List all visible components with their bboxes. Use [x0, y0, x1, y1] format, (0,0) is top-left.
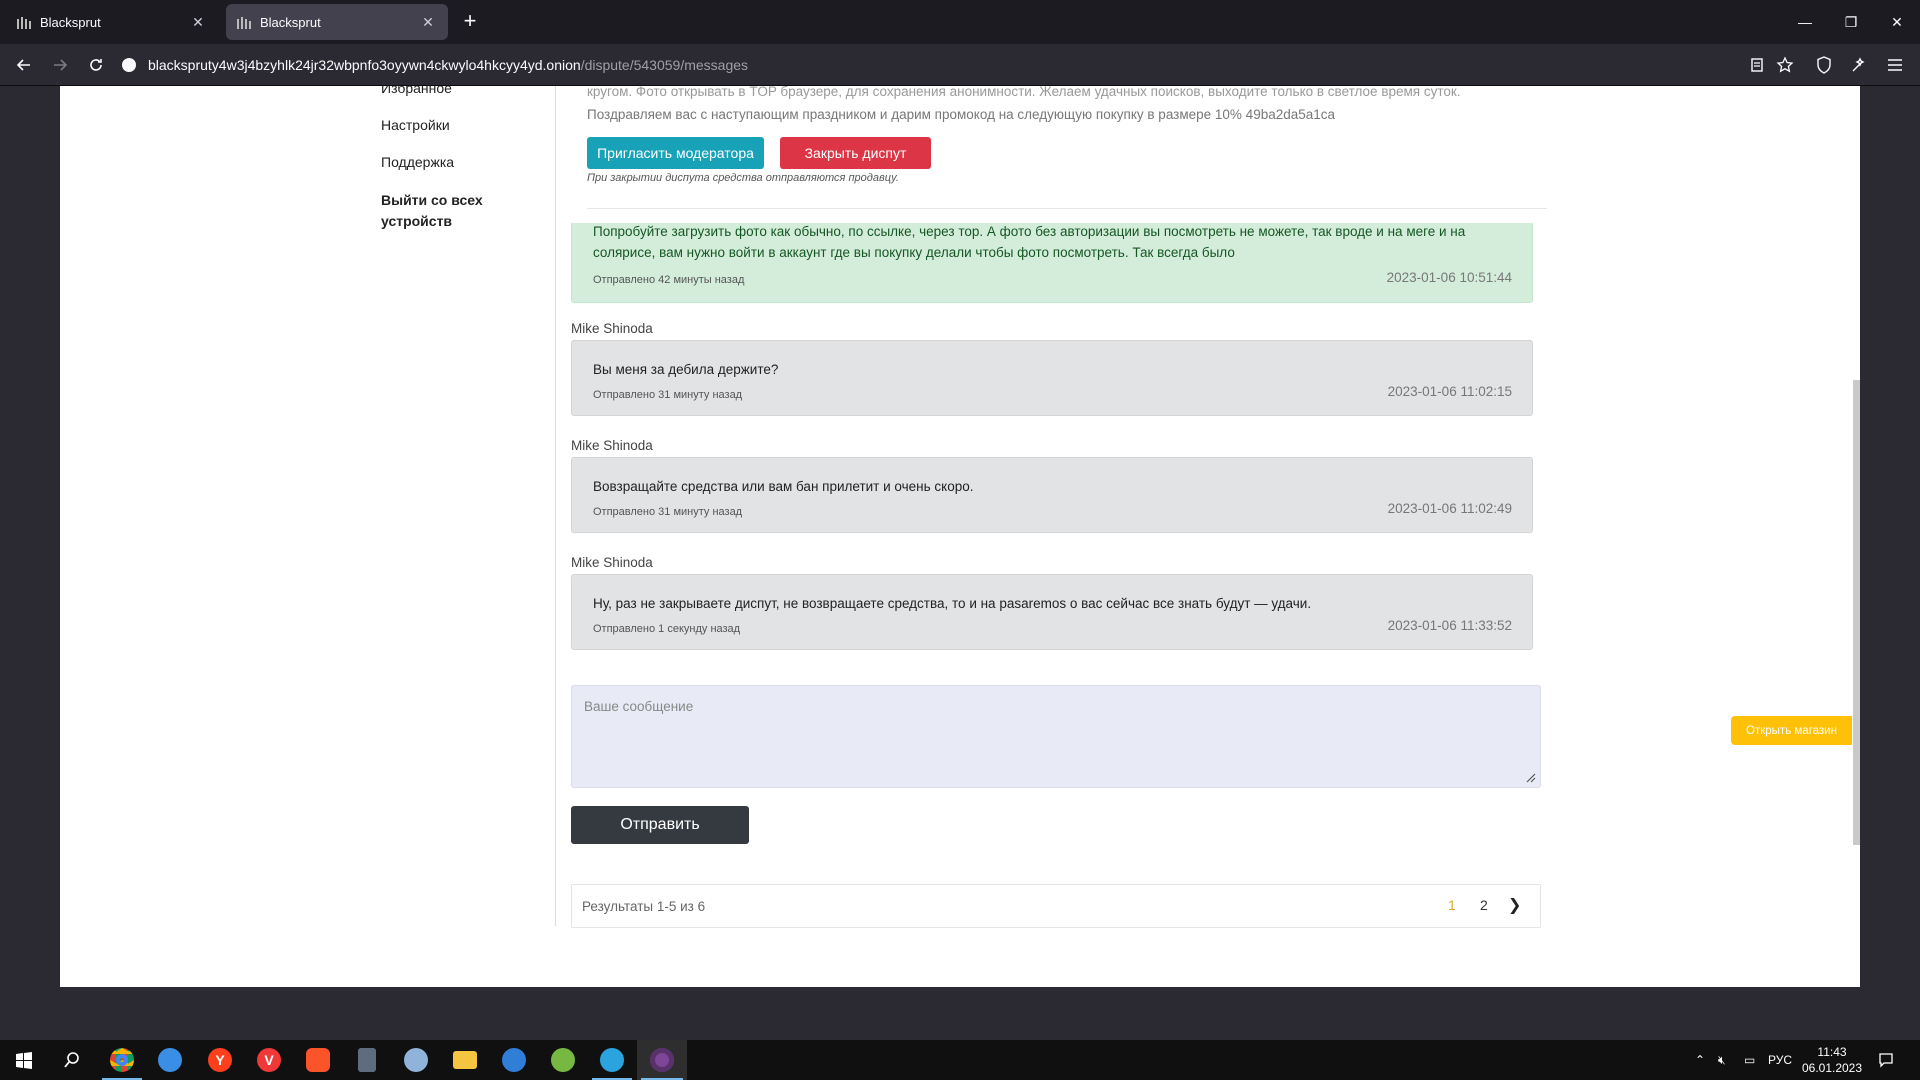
page-content: Избранное Настройки Поддержка Выйти со в… [60, 86, 1860, 987]
navigation-toolbar: blacksprutу4w3j4bzyhlk24jr32wbpnfo3oyywn… [0, 44, 1920, 86]
browser-tab-active[interactable]: Blacksprut ✕ [226, 4, 448, 40]
volume-muted-icon[interactable]: 🔇︎ [1718, 1040, 1726, 1080]
brave-icon[interactable] [294, 1040, 342, 1080]
utorrent-icon[interactable] [539, 1040, 587, 1080]
restore-icon[interactable]: ❐ [1828, 0, 1874, 44]
message-text: Вы меня за дебила держите? [593, 362, 779, 377]
close-window-icon[interactable]: ✕ [1874, 0, 1920, 44]
close-dispute-button[interactable]: Закрыть диспут [780, 137, 931, 169]
reload-icon[interactable] [82, 52, 110, 78]
sidebar-item-logout-all[interactable]: Выйти со всех устройств [381, 190, 501, 232]
new-tab-plus-icon[interactable]: + [458, 10, 482, 34]
menu-icon[interactable] [1884, 54, 1906, 76]
tab-title: Blacksprut [260, 14, 321, 30]
message-text: Попробуйте загрузить фото как обычно, по… [593, 224, 1466, 260]
tray-expand-chevron-icon[interactable]: ⌃ [1695, 1040, 1705, 1080]
message-timestamp: 2023-01-06 11:02:15 [1387, 384, 1512, 399]
message-sent-ago: Отправлено 42 минуты назад [593, 274, 745, 286]
message-bubble: Вовзращайте средства или вам бан прилети… [571, 457, 1533, 533]
browser-app-icon[interactable] [146, 1040, 194, 1080]
page-link-2[interactable]: 2 [1480, 897, 1488, 913]
blacksprut-favicon-icon [16, 14, 32, 30]
message-input-placeholder: Ваше сообщение [584, 699, 694, 714]
globe-browser-icon[interactable] [490, 1040, 538, 1080]
message-sent-ago: Отправлено 31 минуту назад [593, 506, 743, 518]
browser-tab[interactable]: Blacksprut ✕ [6, 4, 218, 40]
bookmark-star-icon[interactable] [1774, 54, 1796, 76]
forward-arrow-icon[interactable] [46, 52, 74, 78]
notice-promo-line: Поздравляем вас с наступающим праздником… [587, 107, 1336, 122]
tor-browser-icon[interactable] [637, 1040, 687, 1080]
message-sent-ago: Отправлено 31 минуту назад [593, 389, 743, 401]
windows-start-icon[interactable] [0, 1040, 48, 1080]
clock-time: 11:43 [1817, 1045, 1847, 1059]
message-sent-ago: Отправлено 1 секунду назад [593, 623, 741, 635]
blacksprut-favicon-icon [236, 14, 252, 30]
yandex-browser-icon[interactable]: Y [196, 1040, 244, 1080]
file-explorer-icon[interactable] [441, 1040, 489, 1080]
shield-icon[interactable] [1813, 54, 1835, 76]
invite-moderator-button[interactable]: Пригласить модератора [587, 137, 764, 169]
message-text: Вовзращайте средства или вам бан прилети… [593, 479, 974, 494]
results-count: Результаты 1-5 из 6 [582, 899, 706, 914]
calculator-icon[interactable] [343, 1040, 391, 1080]
message-timestamp: 2023-01-06 11:02:49 [1387, 501, 1512, 516]
browser-tab-strip: Blacksprut ✕ Blacksprut ✕ + — ❐ ✕ [0, 0, 1920, 44]
close-tab-icon[interactable]: ✕ [418, 14, 438, 31]
taskbar-clock[interactable]: 11:43 06.01.2023 [1800, 1044, 1864, 1076]
next-page-chevron-icon[interactable]: ❯ [1508, 895, 1521, 915]
search-icon[interactable] [48, 1040, 96, 1080]
page-scrollbar[interactable] [1853, 380, 1860, 845]
minimize-icon[interactable]: — [1782, 0, 1828, 44]
message-sender: Mike Shinoda [571, 555, 653, 570]
url-path: /dispute/543059/messages [580, 57, 749, 73]
close-tab-icon[interactable]: ✕ [188, 14, 208, 31]
extensions-icon[interactable] [1848, 54, 1870, 76]
chrome-icon[interactable] [98, 1040, 146, 1080]
section-divider [587, 208, 1547, 209]
close-dispute-note: При закрытии диспута средства отправляют… [587, 172, 899, 184]
telegram-icon[interactable] [588, 1040, 636, 1080]
sidebar-item-favorites[interactable]: Избранное [381, 86, 452, 96]
column-divider [555, 86, 556, 926]
url-host: blacksprutу4w3j4bzyhlk24jr32wbpnfo3oyywn… [148, 57, 581, 73]
message-timestamp: 2023-01-06 10:51:44 [1386, 270, 1512, 285]
send-button[interactable]: Отправить [571, 806, 749, 844]
clock-date: 06.01.2023 [1801, 1061, 1863, 1075]
message-bubble: Вы меня за дебила держите? Отправлено 31… [571, 340, 1533, 416]
vivaldi-icon[interactable]: V [245, 1040, 293, 1080]
network-icon[interactable]: ▭ [1744, 1040, 1755, 1080]
paint-icon[interactable] [392, 1040, 440, 1080]
back-arrow-icon[interactable] [10, 52, 38, 78]
reader-view-icon[interactable] [1746, 54, 1768, 76]
tab-title: Blacksprut [40, 14, 101, 30]
notice-cut-line: кругом. Фото открывать в TOP браузере, д… [587, 86, 1461, 99]
pagination: Результаты 1-5 из 6 1 2 ❯ [571, 884, 1541, 928]
windows-taskbar: Y V ⌃ 🔇︎ ▭ РУС 11:43 06.01.2023 [0, 1040, 1920, 1080]
resize-grip-icon[interactable] [1524, 771, 1536, 783]
message-text: Ну, раз не закрываете диспут, не возвращ… [593, 596, 1312, 611]
message-bubble-seller: Попробуйте загрузить фото как обычно, по… [571, 223, 1533, 303]
message-sender: Mike Shinoda [571, 438, 653, 453]
language-indicator[interactable]: РУС [1768, 1040, 1792, 1080]
account-sidebar: Избранное Настройки Поддержка Выйти со в… [60, 86, 555, 987]
message-timestamp: 2023-01-06 11:33:52 [1387, 618, 1512, 633]
open-shop-button[interactable]: Открыть магазин [1731, 716, 1852, 745]
message-bubble: Ну, раз не закрываете диспут, не возвращ… [571, 574, 1533, 650]
address-bar[interactable]: blacksprutу4w3j4bzyhlk24jr32wbpnfo3oyywn… [122, 50, 1752, 80]
message-sender: Mike Shinoda [571, 321, 653, 336]
site-info-icon[interactable] [122, 58, 136, 72]
page-link-1[interactable]: 1 [1448, 897, 1456, 913]
messages-list[interactable]: Попробуйте загрузить фото как обычно, по… [571, 223, 1591, 761]
sidebar-item-settings[interactable]: Настройки [381, 117, 450, 133]
sidebar-item-support[interactable]: Поддержка [381, 154, 454, 170]
notifications-icon[interactable] [1878, 1040, 1894, 1080]
message-input[interactable]: Ваше сообщение [571, 685, 1541, 788]
